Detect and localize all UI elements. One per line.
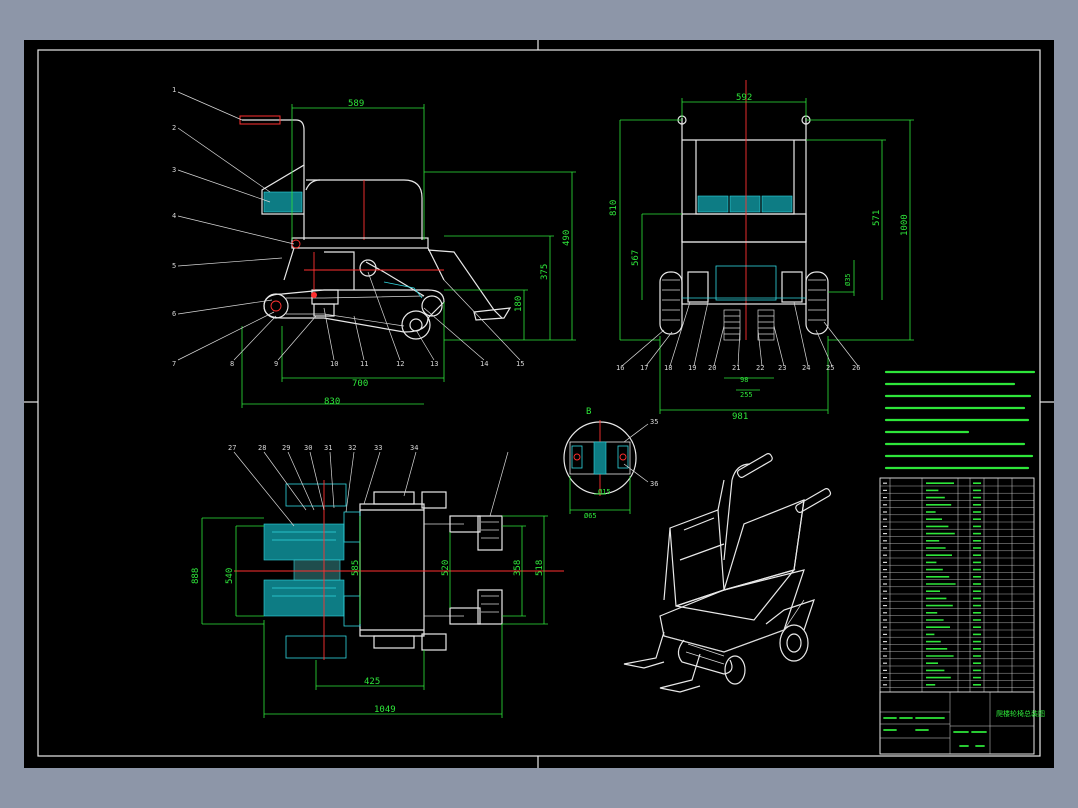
part-balloon: 31 [324,444,332,452]
part-balloon: 32 [348,444,356,452]
dim-plan-inner-width: 585 [351,560,361,576]
title-block: 爬楼轮椅总装图 [879,477,1045,755]
drawing-title: 爬楼轮椅总装图 [996,709,1045,718]
dim-front-small-2: 255 [740,391,753,399]
dim-overall-width: 830 [324,397,340,407]
part-balloon: 15 [516,360,524,368]
dim-height-1: 490 [562,230,572,246]
part-balloon: 2 [172,124,176,132]
part-balloon: 28 [258,444,266,452]
part-balloon: 1 [172,86,176,94]
dim-front-right-1: 571 [872,210,882,226]
technical-notes [884,370,1036,470]
part-balloon: 33 [374,444,382,452]
dim-front-small-3: Ø35 [844,273,852,286]
part-balloon: 18 [664,364,672,372]
part-balloon: 9 [274,360,278,368]
part-balloon: 30 [304,444,312,452]
part-balloon: 23 [778,364,786,372]
plan-view: 888 540 585 520 358 518 425 1049 27 28 29 3… [191,444,564,718]
drawing-sheet: 589 830 700 490 375 180 1 2 3 4 5 6 7 8 9 10 11 12 1… [24,40,1054,768]
part-balloon: 8 [230,360,234,368]
part-balloon: 22 [756,364,764,372]
part-balloon: 17 [640,364,648,372]
part-balloon: 3 [172,166,176,174]
part-balloon: 20 [708,364,716,372]
dim-plan-inner-height: 540 [225,568,235,584]
isometric-view [623,453,832,693]
dim-detail-d1: Ø65 [584,512,597,520]
dim-height-3: 180 [514,296,524,312]
part-balloon: 12 [396,360,404,368]
part-balloon: 36 [650,480,658,488]
dim-plan-overall-length: 1049 [374,705,396,715]
part-balloon: 24 [802,364,810,372]
dim-front-overall: 981 [732,412,748,422]
side-view: 589 830 700 490 375 180 1234567 8 9 10 11 12 1… [172,86,576,408]
part-balloon: 35 [650,418,658,426]
part-balloon: 27 [228,444,236,452]
dim-front-right-2: 1000 [900,214,910,236]
dim-front-left-height: 810 [609,200,619,216]
dim-plan-outer-height: 888 [191,568,201,584]
part-balloon: 14 [480,360,488,368]
part-balloon: 11 [360,360,368,368]
dim-plan-bottom-mid: 425 [364,677,380,687]
part-balloon: 26 [852,364,860,372]
part-balloon: 16 [616,364,624,372]
front-view: 592 981 810 567 571 1000 98 255 Ø35 16 17… [609,80,914,422]
cad-drawing: 589 830 700 490 375 180 1234567 8 9 10 11 12 1… [24,40,1054,768]
part-balloon: 10 [330,360,338,368]
dim-top-width: 589 [348,99,364,109]
part-balloon: 34 [410,444,418,452]
dim-front-top: 592 [736,93,752,103]
detail-label: B [586,407,591,417]
detail-b: B Ø65 Ø15 35 36 [563,407,658,520]
inner-border [37,49,1041,757]
dim-height-2: 375 [540,264,550,280]
dim-front-mid-height: 567 [631,250,641,266]
dim-plan-track-width: 358 [513,560,523,576]
part-balloon: 21 [732,364,740,372]
dim-track-length: 700 [352,379,368,389]
dim-detail-d2: Ø15 [598,488,611,496]
part-balloon: 4 [172,212,176,220]
part-balloon: 25 [826,364,834,372]
dim-plan-right-height: 518 [535,560,545,576]
part-balloon: 7 [172,360,176,368]
dim-plan-mid-height: 520 [441,560,451,576]
part-balloon: 6 [172,310,176,318]
part-balloon: 5 [172,262,176,270]
part-balloon: 13 [430,360,438,368]
dim-front-small-1: 98 [740,376,748,384]
part-balloon: 29 [282,444,290,452]
part-balloon: 19 [688,364,696,372]
